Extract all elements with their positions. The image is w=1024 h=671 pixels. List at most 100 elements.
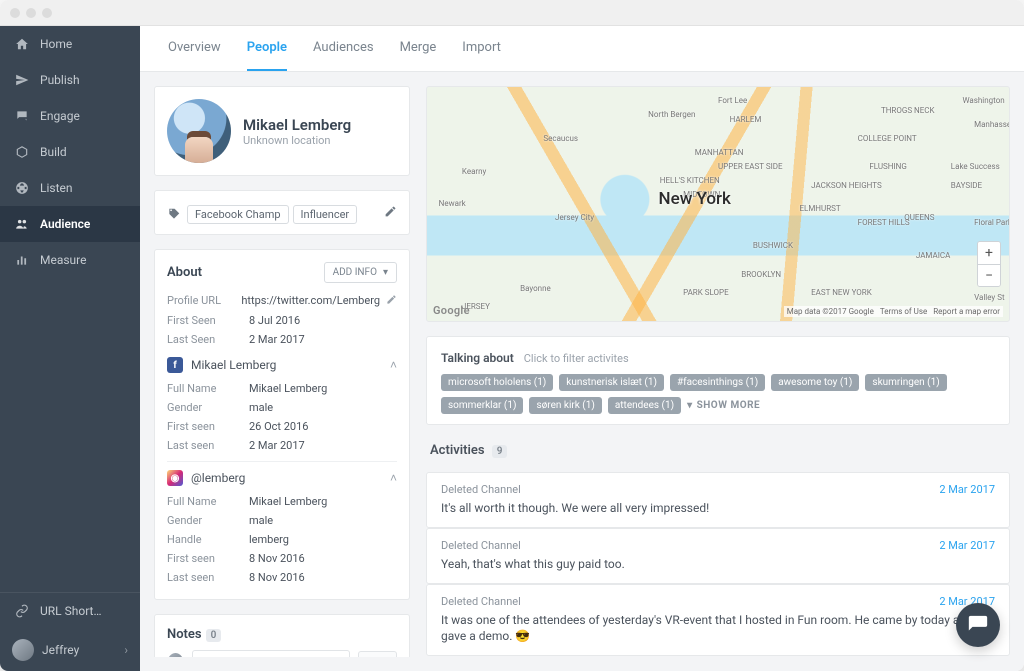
sidebar: Home Publish EngageBuild Listen AudienceMeas… xyxy=(0,26,140,671)
home-icon xyxy=(14,36,30,52)
topic-pill[interactable]: attendees (1) xyxy=(608,397,681,414)
chevron-down-icon: ▾ xyxy=(687,400,693,411)
tab-import[interactable]: Import xyxy=(462,26,501,71)
tab-people[interactable]: People xyxy=(247,26,287,71)
sidebar-item-label: Publish xyxy=(40,73,80,87)
about-card: About ADD INFO ▾ Profile URLhttps://twit… xyxy=(154,249,410,600)
account-key: Last seen xyxy=(167,439,249,452)
show-more-button[interactable]: ▾ SHOW MORE xyxy=(687,400,760,411)
map[interactable]: North BergenSecaucusHARLEMTHROGS NECKFor… xyxy=(426,86,1010,322)
account-key: Gender xyxy=(167,514,249,527)
edit-tags-button[interactable] xyxy=(384,203,397,222)
about-key: First Seen xyxy=(167,314,249,327)
chevron-right-icon: › xyxy=(124,643,128,657)
map-place-label: QUEENS xyxy=(904,213,934,222)
account-value: 8 Nov 2016 xyxy=(249,571,397,584)
map-place-label: EAST NEW YORK xyxy=(811,288,872,297)
account-row: First seen26 Oct 2016 xyxy=(167,417,397,436)
sidebar-item-engage[interactable]: Engage xyxy=(0,98,140,134)
account-value: Mikael Lemberg xyxy=(249,382,397,395)
topic-pill[interactable]: sommerklar (1) xyxy=(441,397,523,414)
activity-channel: Deleted Channel xyxy=(441,483,521,496)
about-row: Profile URLhttps://twitter.com/Lemberg xyxy=(167,291,397,311)
account-value: 26 Oct 2016 xyxy=(249,420,397,433)
tabs: Overview People Audiences Merge Import xyxy=(140,26,1024,72)
edit-field-button[interactable] xyxy=(386,294,397,308)
sidebar-item-label: Home xyxy=(40,37,72,51)
avatar xyxy=(167,653,184,658)
topic-pill[interactable]: søren kirk (1) xyxy=(529,397,601,414)
map-place-label: BROOKLYN xyxy=(741,270,781,279)
about-row: Last Seen2 Mar 2017 xyxy=(167,330,397,349)
map-place-label: FOREST HILLS xyxy=(858,218,910,227)
profile-header: Mikael Lemberg Unknown location xyxy=(154,86,410,176)
chat-launcher[interactable] xyxy=(956,603,1000,647)
activity-item[interactable]: Deleted Channel2 Mar 2017It was one of t… xyxy=(426,584,1010,657)
about-title: About xyxy=(167,265,202,280)
topic-pill[interactable]: awesome toy (1) xyxy=(771,374,859,391)
tab-overview[interactable]: Overview xyxy=(168,26,221,71)
sidebar-item-home[interactable]: Home xyxy=(0,26,140,62)
chevron-up-icon: ˄ xyxy=(390,358,397,372)
account-row: Gendermale xyxy=(167,398,397,417)
map-place-label: North Bergen xyxy=(648,110,695,119)
account-header-instagram[interactable]: ◉@lemberg˄ xyxy=(167,461,397,492)
profile-location: Unknown location xyxy=(243,134,351,147)
tags-card: Facebook ChampInfluencer xyxy=(154,190,410,235)
sidebar-user[interactable]: Jeffrey › xyxy=(0,629,140,671)
sidebar-item-label: Listen xyxy=(40,181,73,195)
map-place-label: FLUSHING xyxy=(869,162,907,171)
account-key: First seen xyxy=(167,420,249,433)
tab-merge[interactable]: Merge xyxy=(400,26,437,71)
zoom-out-button[interactable]: − xyxy=(978,264,1000,286)
tab-audiences[interactable]: Audiences xyxy=(313,26,374,71)
sidebar-item-listen[interactable]: Listen xyxy=(0,170,140,206)
map-zoom-controls: + − xyxy=(977,241,1001,287)
sidebar-item-publish[interactable]: Publish xyxy=(0,62,140,98)
sidebar-item-audience[interactable]: Audience xyxy=(0,206,140,242)
cube-icon xyxy=(14,144,30,160)
talking-about-hint: Click to filter activites xyxy=(524,352,629,365)
about-value: https://twitter.com/Lemberg xyxy=(241,294,380,308)
tag-chip[interactable]: Influencer xyxy=(293,205,358,224)
topic-pill[interactable]: microsoft hololens (1) xyxy=(441,374,553,391)
account-handle: Mikael Lemberg xyxy=(191,358,276,372)
people-icon xyxy=(14,216,30,232)
add-info-button[interactable]: ADD INFO ▾ xyxy=(324,262,397,283)
chevron-up-icon: ˄ xyxy=(390,471,397,485)
sidebar-item-url-shortener[interactable]: URL Short… xyxy=(0,593,140,629)
topic-pill[interactable]: skumringen (1) xyxy=(865,374,946,391)
map-place-label: Kearny xyxy=(462,167,486,176)
activity-body: Yeah, that's what this guy paid too. xyxy=(441,556,995,573)
zoom-in-button[interactable]: + xyxy=(978,242,1000,264)
account-key: First seen xyxy=(167,552,249,565)
account-header-facebook[interactable]: fMikael Lemberg˄ xyxy=(167,349,397,379)
map-place-label: Secaucus xyxy=(543,134,578,143)
globe-icon xyxy=(14,180,30,196)
notes-input[interactable] xyxy=(192,650,350,657)
avatar xyxy=(167,99,231,163)
chevron-down-icon: ▾ xyxy=(383,267,388,278)
account-key: Handle xyxy=(167,533,249,546)
account-value: male xyxy=(249,514,397,527)
topic-pill[interactable]: #facesinthings (1) xyxy=(670,374,765,391)
bar-chart-icon xyxy=(14,252,30,268)
activity-item[interactable]: Deleted Channel2 Mar 2017Yeah, that's wh… xyxy=(426,528,1010,584)
account-row: Last seen2 Mar 2017 xyxy=(167,436,397,455)
map-place-label: Valley St xyxy=(974,293,1004,302)
activity-body: It was one of the attendees of yesterday… xyxy=(441,612,995,646)
account-key: Full Name xyxy=(167,495,249,508)
chat-icon xyxy=(14,108,30,124)
sidebar-user-name: Jeffrey xyxy=(42,643,79,657)
topic-pill[interactable]: kunstnerisk islæt (1) xyxy=(559,374,664,391)
sidebar-item-build[interactable]: Build xyxy=(0,134,140,170)
window-dot xyxy=(10,8,20,18)
profile-column: Mikael Lemberg Unknown location Facebook… xyxy=(154,86,410,657)
tag-chip[interactable]: Facebook Champ xyxy=(187,205,289,224)
account-value: 2 Mar 2017 xyxy=(249,439,397,452)
add-info-label: ADD INFO xyxy=(333,267,377,278)
activity-item[interactable]: Deleted Channel2 Mar 2017It's all worth … xyxy=(426,472,1010,528)
map-attribution: Map data ©2017 Google Terms of Use Repor… xyxy=(784,306,1003,317)
sidebar-item-measure[interactable]: Measure xyxy=(0,242,140,278)
add-note-button[interactable]: ADD xyxy=(358,651,397,657)
